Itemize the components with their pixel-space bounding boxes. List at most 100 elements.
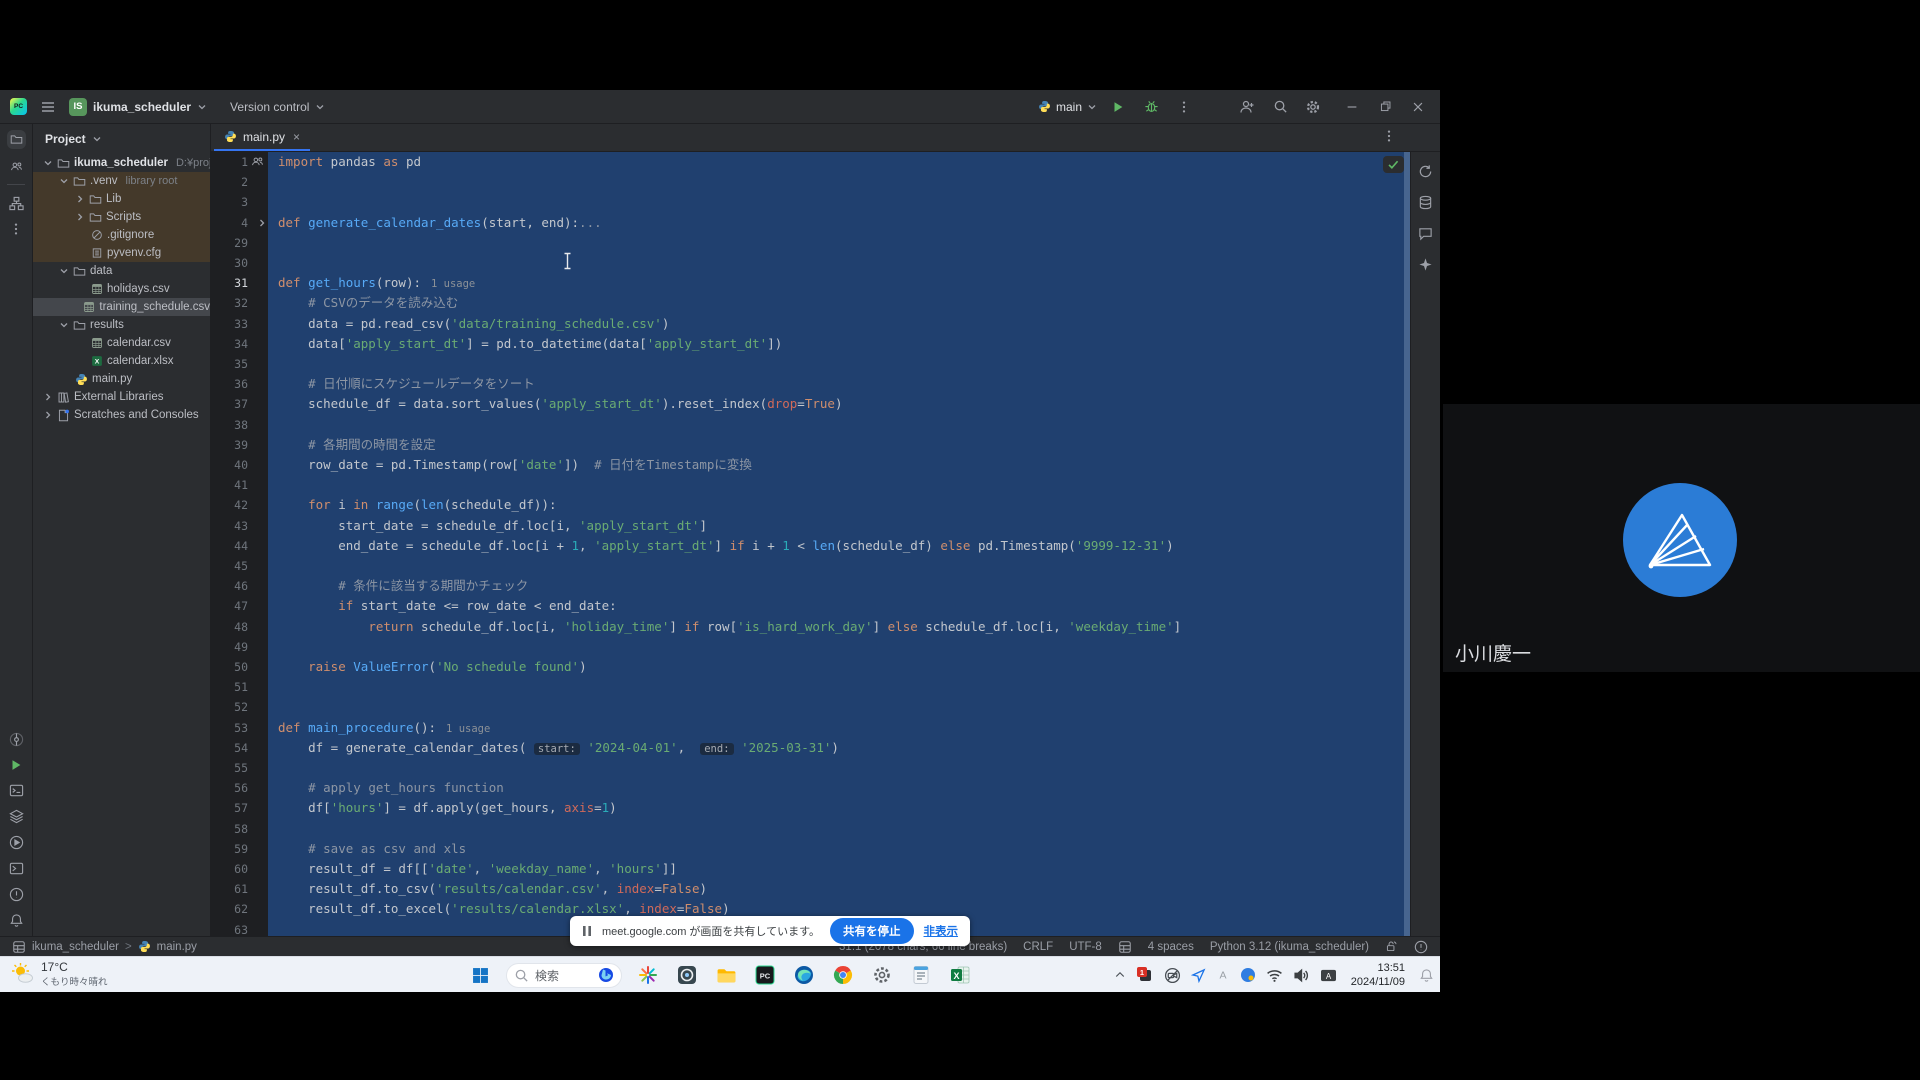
code-line-34[interactable]: 34 data['apply_start_dt'] = pd.to_dateti… <box>211 334 1404 354</box>
run-icon[interactable] <box>9 758 23 772</box>
code-line-30[interactable]: 30 <box>211 253 1404 273</box>
code-line-39[interactable]: 39 # 各期間の時間を設定 <box>211 435 1404 455</box>
terminal-icon[interactable] <box>9 861 24 876</box>
chevron-right-icon[interactable] <box>75 212 85 222</box>
status-segment[interactable]: CRLF <box>1023 941 1053 953</box>
code-line-54[interactable]: 54 df = generate_calendar_dates( start: … <box>211 738 1404 758</box>
chevron-down-icon[interactable] <box>59 266 69 276</box>
inspections-widget[interactable] <box>1383 156 1404 173</box>
tab-main-py[interactable]: main.py × <box>214 124 310 151</box>
location-icon[interactable] <box>1191 968 1206 983</box>
search-everywhere-button[interactable] <box>1268 95 1292 119</box>
notepad-icon[interactable] <box>908 960 934 990</box>
tree-item-pyvenv-cfg[interactable]: pyvenv.cfg <box>33 244 210 262</box>
chevron-down-icon[interactable] <box>59 176 69 186</box>
edge-icon[interactable] <box>791 960 817 990</box>
participant-tile[interactable]: 小川慶一 <box>1443 404 1920 672</box>
chevron-right-icon[interactable] <box>43 410 53 420</box>
editor-body[interactable]: 1import pandas as pd234def generate_cale… <box>211 152 1440 936</box>
project-folder-icon[interactable] <box>7 130 26 149</box>
code-line-55[interactable]: 55 <box>211 758 1404 778</box>
ime-keyboard-icon[interactable]: A <box>1320 968 1337 983</box>
tab-options-kebab-icon[interactable] <box>1382 129 1396 143</box>
code-content[interactable]: 1import pandas as pd234def generate_cale… <box>211 152 1440 936</box>
lock-icon[interactable] <box>1385 940 1398 953</box>
ai-icon[interactable] <box>1418 257 1433 272</box>
notifications-bell-icon[interactable] <box>1419 968 1434 983</box>
code-line-32[interactable]: 32 # CSVのデータを読み込む <box>211 293 1404 313</box>
chevron-down-icon[interactable] <box>43 158 53 168</box>
code-line-36[interactable]: 36 # 日付順にスケジュールデータをソート <box>211 374 1404 394</box>
code-with-me-button[interactable] <box>1235 95 1259 119</box>
chat-icon[interactable] <box>1418 226 1433 241</box>
code-line-35[interactable]: 35 <box>211 354 1404 374</box>
more-actions-button[interactable] <box>1172 95 1196 119</box>
status-segment[interactable]: UTF-8 <box>1069 941 1102 953</box>
code-line-38[interactable]: 38 <box>211 415 1404 435</box>
chevron-right-icon[interactable] <box>43 392 53 402</box>
more-icon[interactable] <box>9 222 23 236</box>
code-line-44[interactable]: 44 end_date = schedule_df.loc[i + 1, 'ap… <box>211 536 1404 556</box>
code-line-43[interactable]: 43 start_date = schedule_df.loc[i, 'appl… <box>211 516 1404 536</box>
volume-icon[interactable] <box>1293 967 1310 984</box>
sync-icon[interactable] <box>1418 164 1433 179</box>
code-line-60[interactable]: 60 result_df = df[['date', 'weekday_name… <box>211 859 1404 879</box>
hide-link[interactable]: 非表示 <box>924 923 959 939</box>
code-line-29[interactable]: 29 <box>211 233 1404 253</box>
play-circle-icon[interactable] <box>9 835 24 850</box>
tab-close-icon[interactable]: × <box>293 130 300 144</box>
run-config-selector[interactable]: main <box>1038 100 1097 114</box>
run-button[interactable] <box>1106 95 1130 119</box>
pycharm-icon[interactable]: PC <box>752 960 778 990</box>
main-menu-button[interactable] <box>36 95 60 119</box>
tree-item-calendar-csv[interactable]: calendar.csv <box>33 334 210 352</box>
blue-dot-icon[interactable] <box>1240 967 1256 983</box>
code-line-45[interactable]: 45 <box>211 556 1404 576</box>
weather-widget[interactable]: 17°C くもり時々晴れ <box>10 960 108 988</box>
close-button[interactable] <box>1406 95 1430 119</box>
chevron-right-icon[interactable] <box>75 194 85 204</box>
tree-item-lib[interactable]: Lib <box>33 190 210 208</box>
pull-requests-icon[interactable] <box>10 160 23 173</box>
tree-item-calendar-xlsx[interactable]: Xcalendar.xlsx <box>33 352 210 370</box>
indent-info-icon[interactable] <box>1118 940 1132 954</box>
chevron-down-icon[interactable] <box>59 320 69 330</box>
vcs-icon[interactable] <box>9 732 24 747</box>
tree-item-results[interactable]: results <box>33 316 210 334</box>
version-control-menu[interactable]: Version control <box>230 100 325 114</box>
bell-icon[interactable] <box>9 913 24 928</box>
status-segment[interactable]: Python 3.12 (ikuma_scheduler) <box>1210 941 1369 953</box>
settings-icon[interactable] <box>869 960 895 990</box>
ime-a-icon[interactable]: A <box>1216 968 1230 982</box>
teams-icon[interactable]: 1 <box>1136 966 1154 984</box>
code-line-37[interactable]: 37 schedule_df = data.sort_values('apply… <box>211 394 1404 414</box>
widgets-icon[interactable] <box>635 960 661 990</box>
code-line-40[interactable]: 40 row_date = pd.Timestamp(row['date']) … <box>211 455 1404 475</box>
tree-item-training-schedule-csv[interactable]: training_schedule.csv <box>33 298 210 316</box>
tree-item-holidays-csv[interactable]: holidays.csv <box>33 280 210 298</box>
minimize-button[interactable] <box>1340 95 1364 119</box>
restore-button[interactable] <box>1373 95 1397 119</box>
chrome-icon[interactable] <box>830 960 856 990</box>
structure-icon[interactable] <box>9 196 24 211</box>
code-line-33[interactable]: 33 data = pd.read_csv('data/training_sch… <box>211 314 1404 334</box>
photos-icon[interactable] <box>674 960 700 990</box>
code-line-50[interactable]: 50 raise ValueError('No schedule found') <box>211 657 1404 677</box>
camera-off-icon[interactable] <box>1164 967 1181 984</box>
code-line-59[interactable]: 59 # save as csv and xls <box>211 839 1404 859</box>
status-segment[interactable]: 4 spaces <box>1148 941 1194 953</box>
tree-item-scratches-and-consoles[interactable]: Scratches and Consoles <box>33 406 210 424</box>
tree-item-ikuma-scheduler[interactable]: ikuma_schedulerD:¥projects¥experi <box>33 154 210 172</box>
chevron-up-icon[interactable] <box>1114 969 1126 981</box>
code-line-4[interactable]: 4def generate_calendar_dates(start, end)… <box>211 213 1404 233</box>
tree-item-scripts[interactable]: Scripts <box>33 208 210 226</box>
excel-icon[interactable]: X <box>947 960 973 990</box>
database-icon[interactable] <box>1418 195 1433 210</box>
code-line-31[interactable]: 31def get_hours(row):1 usage <box>211 273 1404 293</box>
code-line-49[interactable]: 49 <box>211 637 1404 657</box>
fold-arrow-icon[interactable] <box>257 218 267 228</box>
status-breadcrumb-file[interactable]: main.py <box>157 941 197 953</box>
code-line-2[interactable]: 2 <box>211 172 1404 192</box>
code-line-53[interactable]: 53def main_procedure():1 usage <box>211 718 1404 738</box>
settings-button[interactable] <box>1301 95 1325 119</box>
